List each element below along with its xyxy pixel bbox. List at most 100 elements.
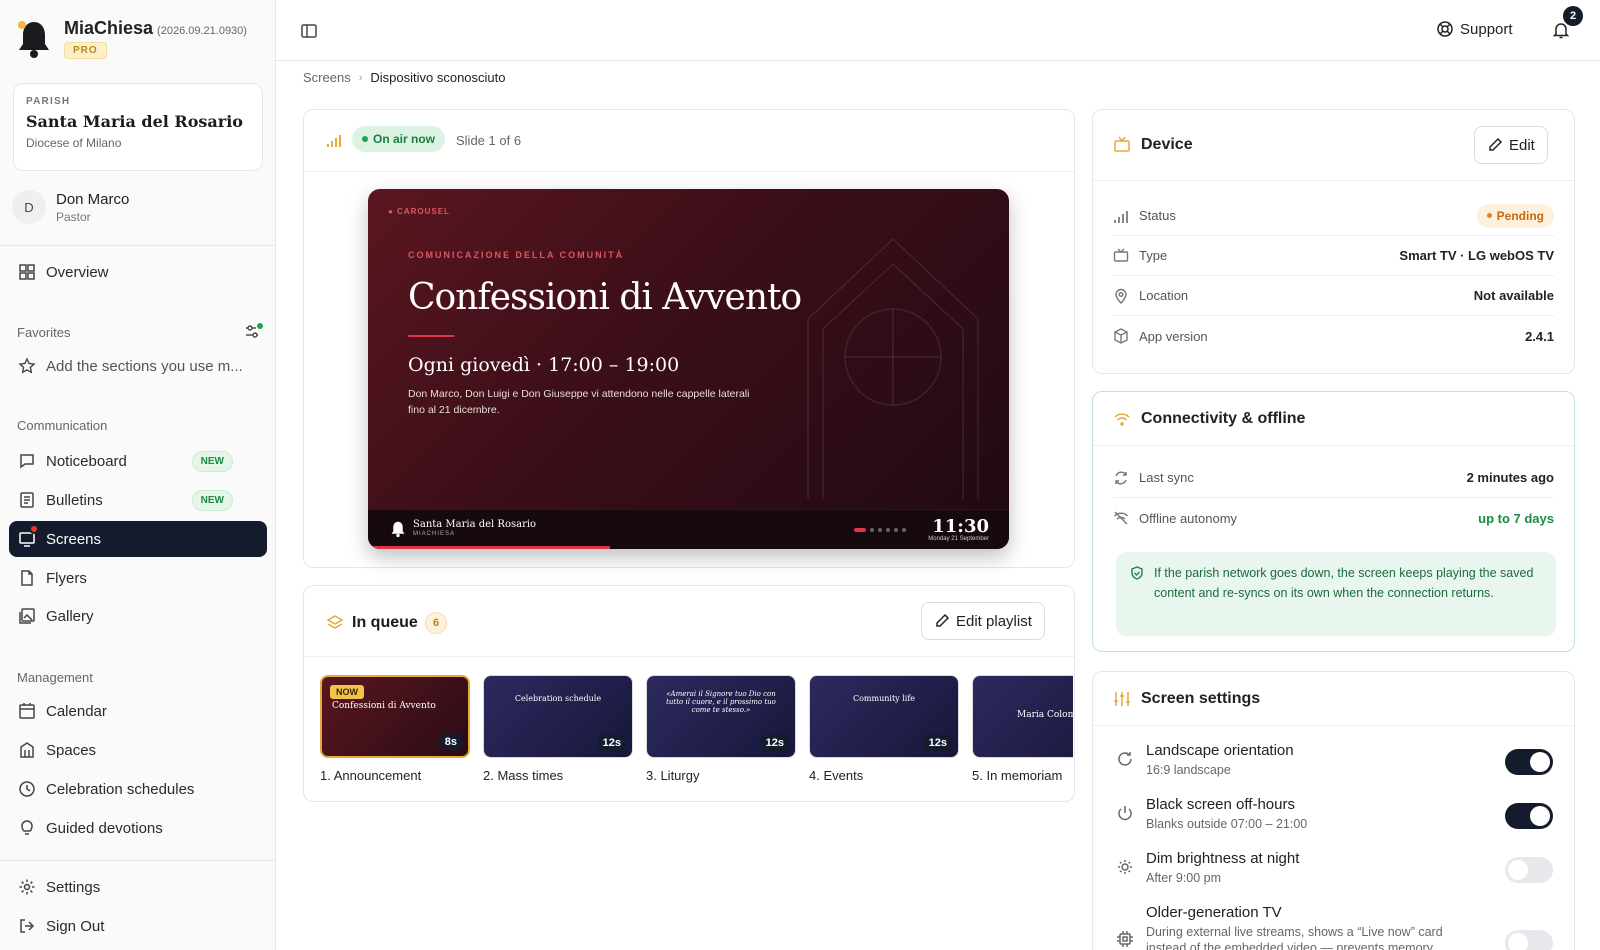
favorites-add-hint[interactable]: Add the sections you use m... [9, 348, 267, 384]
setting-dim-brightness: Dim brightness at night After 9:00 pm [1116, 850, 1299, 886]
star-icon [18, 357, 36, 374]
setting-title: Landscape orientation [1146, 742, 1294, 759]
sidebar-item-label: Guided devotions [46, 819, 163, 837]
log-out-icon [20, 919, 35, 933]
customize-favorites-icon[interactable] [244, 322, 264, 340]
app-version-label: App version [1139, 328, 1208, 344]
pending-dot-icon [1486, 213, 1492, 218]
favorites-label: Favorites [17, 325, 71, 340]
sidebar-item-calendar[interactable]: Calendar [9, 693, 267, 729]
slide-footer-brand: MIACHIESA [413, 531, 456, 537]
sidebar-item-settings[interactable]: Settings [9, 869, 267, 905]
file-icon [21, 570, 33, 586]
slide-progress-bar [368, 546, 610, 549]
sidebar-item-overview[interactable]: Overview [9, 254, 267, 290]
older-generation-tv-toggle[interactable] [1505, 930, 1553, 950]
management-label: Management [17, 670, 93, 685]
queue-duration: 12s [760, 735, 789, 751]
sidebar-item-label: Noticeboard [46, 452, 127, 470]
queue-duration: 8s [439, 734, 462, 750]
queue-item[interactable]: NOW Confessioni di Avvento 8s 1. Announc… [320, 675, 470, 783]
sidebar-item-celebration-schedules[interactable]: Celebration schedules [9, 771, 267, 807]
landscape-orientation-toggle[interactable] [1505, 749, 1553, 775]
sidebar-toggle-icon[interactable] [300, 22, 318, 40]
queue-item-label: 1. Announcement [320, 768, 422, 783]
slide-clock: 11:30 [932, 516, 989, 537]
slide-footer-parish: Santa Maria del Rosario [413, 519, 537, 530]
pager-dot [894, 528, 898, 532]
user-profile[interactable]: D Don Marco Pastor [12, 190, 129, 224]
queue-title: In queue [352, 614, 418, 631]
wifi-off-icon [1113, 511, 1129, 525]
pager-dot [878, 528, 882, 532]
slide-footer: Santa Maria del Rosario MIACHIESA 11:30 … [368, 509, 1009, 549]
setting-title: Older-generation TV [1146, 904, 1282, 921]
queue-item[interactable]: Maria Colombo 5. In memoriam [972, 675, 1073, 783]
slide-rule [408, 335, 454, 337]
sidebar-item-screens[interactable]: Screens [9, 521, 267, 557]
last-sync-label: Last sync [1139, 470, 1194, 485]
status-value: Pending [1496, 208, 1544, 223]
app-version: (2026.09.21.0930) [157, 25, 247, 37]
support-label: Support [1460, 20, 1513, 38]
breadcrumb-parent[interactable]: Screens [303, 70, 351, 85]
now-badge: NOW [330, 685, 364, 699]
setting-title: Dim brightness at night [1146, 850, 1300, 867]
setting-subtitle: 16:9 landscape [1146, 763, 1231, 777]
queue-item[interactable]: Community life 12s 4. Events [809, 675, 959, 783]
favorites-hint-label: Add the sections you use m... [46, 357, 243, 375]
queue-thumbnail: NOW Confessioni di Avvento 8s [320, 675, 470, 758]
setting-subtitle: After 9:00 pm [1146, 871, 1222, 885]
card-divider [1093, 725, 1574, 726]
location-value: Not available [1473, 288, 1554, 303]
connectivity-title: Connectivity & offline [1141, 410, 1306, 427]
device-title: Device [1141, 136, 1193, 153]
bell-logo-icon [391, 521, 405, 538]
offline-autonomy-value: up to 7 days [1478, 510, 1554, 526]
queue-item-label: 3. Liturgy [646, 768, 700, 783]
queue-thumbnail-title: Celebration schedule [514, 694, 602, 703]
sidebar-item-guided-devotions[interactable]: Guided devotions [9, 810, 267, 846]
sidebar-item-label: Screens [46, 530, 102, 548]
user-role: Pastor [56, 209, 91, 224]
black-screen-off-hours-toggle[interactable] [1505, 803, 1553, 829]
queue-thumbnail-title: «Amerai il Signore tuo Dio con tutto il … [666, 690, 776, 714]
new-badge: NEW [191, 490, 233, 511]
chevron-right-icon: › [358, 71, 363, 84]
images-icon [19, 608, 35, 624]
support-button[interactable]: Support [1436, 20, 1513, 38]
tv-icon [1114, 136, 1130, 152]
header-divider [276, 60, 1600, 61]
queue-item[interactable]: Celebration schedule 12s 2. Mass times [483, 675, 633, 783]
rotate-icon [1118, 752, 1132, 766]
building-icon [20, 742, 34, 758]
setting-landscape-orientation: Landscape orientation 16:9 landscape [1116, 742, 1294, 778]
parish-card[interactable]: PARISH Santa Maria del Rosario Diocese o… [13, 83, 263, 171]
tv-icon [1113, 248, 1129, 262]
sidebar-item-gallery[interactable]: Gallery [9, 598, 267, 634]
sidebar-item-bulletins[interactable]: Bulletins NEW [9, 482, 267, 518]
dim-brightness-toggle[interactable] [1505, 857, 1553, 883]
bell-logo-icon [18, 21, 49, 58]
pending-status-badge: Pending [1476, 203, 1554, 228]
slide-preview[interactable]: ● CAROUSEL COMUNICAZIONE DELLA COMUNITÀ … [368, 189, 1009, 549]
cpu-icon [1117, 931, 1133, 947]
edit-playlist-button[interactable]: Edit playlist [921, 602, 1045, 640]
queue-thumbnail-title: Maria Colombo [1017, 710, 1073, 720]
pager-dot [902, 528, 906, 532]
on-air-status: On air now [352, 126, 446, 152]
sidebar-item-label: Gallery [46, 607, 94, 625]
signal-icon [327, 135, 341, 147]
edit-playlist-label: Edit playlist [956, 612, 1032, 630]
card-divider [304, 171, 1074, 172]
sidebar-item-sign-out[interactable]: Sign Out [9, 908, 267, 944]
parish-name: Santa Maria del Rosario [26, 112, 243, 131]
sidebar-item-flyers[interactable]: Flyers [9, 560, 267, 596]
edit-device-button[interactable]: Edit [1474, 126, 1548, 164]
queue-item[interactable]: «Amerai il Signore tuo Dio con tutto il … [646, 675, 796, 783]
sidebar-item-noticeboard[interactable]: Noticeboard NEW [9, 443, 267, 479]
user-name: Don Marco [56, 190, 130, 208]
sidebar-item-spaces[interactable]: Spaces [9, 732, 267, 768]
card-divider [1093, 180, 1574, 181]
church-outline-graphic [807, 237, 979, 499]
